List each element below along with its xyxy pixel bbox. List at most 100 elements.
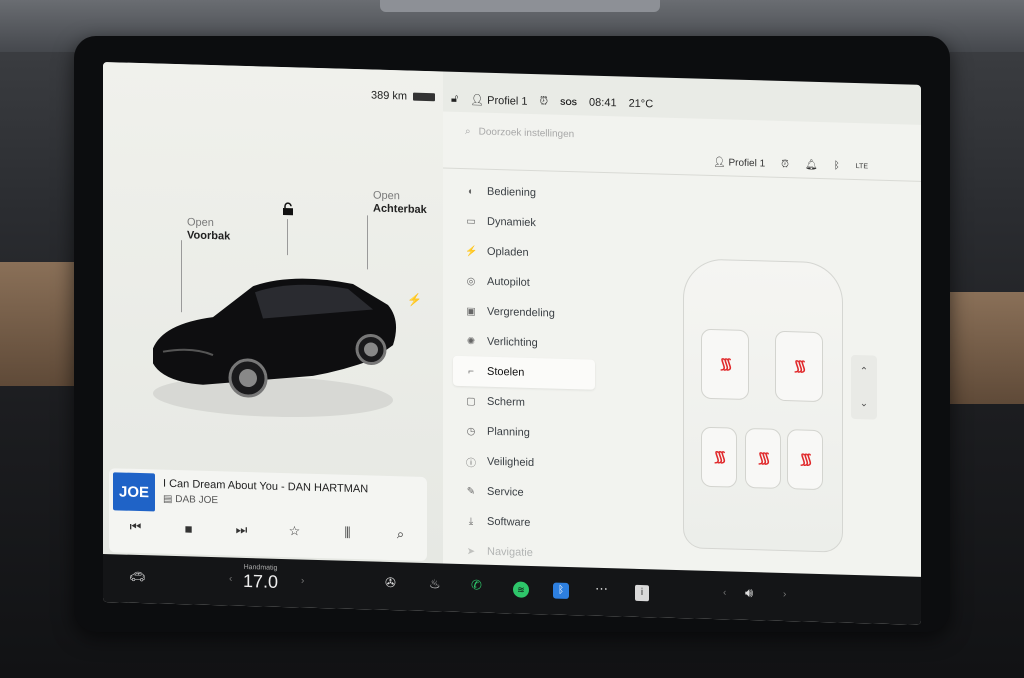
- temp-down-chevron-icon[interactable]: ‹: [229, 574, 232, 585]
- stop-icon[interactable]: ■: [177, 521, 201, 537]
- settings-menu-item-planning[interactable]: ◷ Planning: [453, 416, 595, 450]
- steering-wheel-icon: ◎: [466, 275, 476, 287]
- settings-menu-item-vergrendeling[interactable]: ▣ Vergrendeling: [453, 296, 595, 330]
- settings-menu-label: Bediening: [487, 185, 536, 200]
- seat-icon: ⌐: [468, 365, 474, 377]
- notes-app-icon[interactable]: i: [635, 584, 649, 602]
- equalizer-icon[interactable]: ⫼: [336, 524, 360, 541]
- wood-trim-left: [0, 262, 80, 386]
- spotify-icon[interactable]: ≋: [513, 581, 529, 598]
- station-name: ▤ DAB JOE: [163, 494, 218, 507]
- profile-button-text: Profiel 1: [728, 157, 766, 170]
- driver-seat-heater[interactable]: ⟆⟆⟆: [701, 328, 749, 401]
- car-icon[interactable]: 🚗︎: [129, 569, 146, 585]
- settings-menu-item-verlichting[interactable]: ✺ Verlichting: [453, 326, 595, 360]
- next-icon[interactable]: ⏭: [230, 522, 254, 539]
- settings-menu-label: Software: [487, 515, 531, 529]
- volume-icon[interactable]: 🔊︎: [745, 585, 753, 601]
- navigation-icon: ➤: [466, 545, 476, 557]
- search-icon[interactable]: ⌕: [389, 526, 413, 543]
- bluetooth-icon[interactable]: ᛒ: [834, 160, 840, 171]
- unlock-icon[interactable]: [281, 202, 295, 219]
- volume-up-chevron-icon[interactable]: ›: [783, 589, 786, 600]
- settings-menu-item-software[interactable]: ⤓ Software: [453, 506, 595, 540]
- car-panel: 389 km Open Voorbak Open Achterbak ⚡ JOE…: [103, 62, 443, 564]
- rear-right-seat-heater[interactable]: ⟆⟆⟆: [787, 429, 823, 491]
- settings-menu-label: Scherm: [487, 395, 525, 409]
- settings-status-row: 👤︎ Profiel 1 ⏰︎ 🔔︎ ᛒ LTE: [713, 157, 868, 172]
- rear-center-seat-heater[interactable]: ⟆⟆⟆: [745, 427, 781, 489]
- seat-diagram: ⟆⟆⟆ ⟆⟆⟆ ⟆⟆⟆ ⟆⟆⟆ ⟆⟆⟆: [673, 258, 853, 553]
- trunk-label: Achterbak: [373, 202, 427, 217]
- search-icon: ⌕: [465, 126, 471, 138]
- outside-temperature: 21°C: [628, 97, 654, 111]
- trunk-button[interactable]: Open Achterbak: [373, 190, 427, 218]
- lock-status-icon[interactable]: 🔓︎: [451, 92, 458, 105]
- settings-menu-item-dynamiek[interactable]: ▭ Dynamiek: [453, 206, 595, 240]
- cabin-outline: [683, 258, 843, 553]
- settings-menu-item-veiligheid[interactable]: ⓘ Veiligheid: [453, 446, 595, 480]
- settings-menu-item-scherm[interactable]: ▢ Scherm: [453, 386, 595, 420]
- download-icon: ⤓: [468, 515, 474, 527]
- range-text: 389 km: [371, 89, 408, 103]
- profile-status-text: Profiel 1: [487, 94, 528, 108]
- bell-icon[interactable]: 🔔︎: [805, 160, 818, 171]
- profile-button[interactable]: 👤︎ Profiel 1: [713, 157, 765, 169]
- chevron-down-icon[interactable]: ⌄: [860, 398, 868, 409]
- chevron-up-icon[interactable]: ⌃: [860, 366, 868, 377]
- phone-icon[interactable]: ✆: [471, 577, 482, 593]
- screen-icon: ▢: [466, 395, 476, 407]
- settings-menu-item-service[interactable]: ✎ Service: [453, 476, 595, 510]
- song-title: I Can Dream About You - DAN HARTMAN: [163, 477, 369, 496]
- bluetooth-app-icon[interactable]: ᛒ: [553, 582, 569, 600]
- rear-left-seat-heater[interactable]: ⟆⟆⟆: [701, 426, 737, 488]
- frunk-label: Voorbak: [187, 229, 231, 243]
- settings-menu-label: Veiligheid: [487, 455, 535, 470]
- settings-menu-item-autopilot[interactable]: ◎ Autopilot: [453, 266, 595, 300]
- radio-icon: ▤: [163, 493, 176, 506]
- profile-status[interactable]: 👤︎ Profiel 1: [470, 93, 527, 108]
- station-logo: JOE: [113, 472, 155, 512]
- search-input-placeholder: Doorzoek instellingen: [478, 126, 575, 141]
- station-name-text: DAB JOE: [175, 494, 219, 507]
- passenger-seat-heater[interactable]: ⟆⟆⟆: [775, 330, 823, 403]
- settings-search[interactable]: ⌕ Doorzoek instellingen: [465, 126, 574, 140]
- wrench-icon: ✎: [466, 485, 476, 497]
- settings-menu-label: Stoelen: [487, 365, 525, 379]
- settings-menu-label: Opladen: [487, 245, 529, 259]
- volume-down-chevron-icon[interactable]: ‹: [723, 587, 726, 598]
- settings-menu-item-bediening[interactable]: ◐ Bediening: [453, 176, 595, 210]
- temp-up-chevron-icon[interactable]: ›: [301, 576, 304, 587]
- frunk-button[interactable]: Open Voorbak: [187, 216, 230, 243]
- car-3d-image: [153, 278, 397, 418]
- bolt-icon: ⚡: [465, 245, 478, 257]
- seat-heater-icon[interactable]: ♨︎: [429, 576, 441, 592]
- media-player: JOE I Can Dream About You - DAN HARTMAN …: [109, 468, 427, 562]
- info-icon: ⓘ: [466, 457, 476, 469]
- alarm-icon[interactable]: ⏰︎: [781, 159, 789, 170]
- frunk-open-text: Open: [187, 216, 214, 230]
- lock-icon: ▣: [466, 305, 476, 317]
- settings-menu-item-stoelen[interactable]: ⌐ Stoelen: [453, 355, 595, 390]
- range-indicator: 389 km: [371, 89, 436, 103]
- alarm-icon[interactable]: ⏰︎: [540, 95, 549, 108]
- settings-menu-label: Planning: [487, 425, 530, 439]
- scroll-arrows: ⌃ ⌄: [851, 354, 877, 420]
- door-guide-line: [287, 219, 288, 256]
- touchscreen: 389 km Open Voorbak Open Achterbak ⚡ JOE…: [103, 62, 921, 625]
- fan-icon[interactable]: ✇: [385, 575, 396, 591]
- favorite-star-icon[interactable]: ☆: [283, 523, 307, 540]
- light-icon: ✺: [466, 335, 476, 347]
- climate-temperature-value: 17.0: [243, 570, 279, 592]
- sos-button[interactable]: SOS: [560, 97, 577, 106]
- clock-time: 08:41: [589, 96, 617, 110]
- media-controls: ⏮ ■ ⏭ ☆ ⫼ ⌕: [109, 518, 427, 543]
- more-apps-icon[interactable]: ⋯: [595, 581, 608, 597]
- settings-panel: ⌕ Doorzoek instellingen 👤︎ Profiel 1 ⏰︎ …: [443, 111, 921, 577]
- previous-icon[interactable]: ⏮: [124, 519, 148, 536]
- climate-temperature[interactable]: Handmatig 17.0: [243, 564, 278, 593]
- settings-menu-item-opladen[interactable]: ⚡ Opladen: [453, 236, 595, 270]
- settings-menu-label: Vergrendeling: [487, 305, 555, 320]
- charge-port-icon[interactable]: ⚡: [407, 292, 422, 306]
- settings-menu-label: Autopilot: [487, 275, 530, 289]
